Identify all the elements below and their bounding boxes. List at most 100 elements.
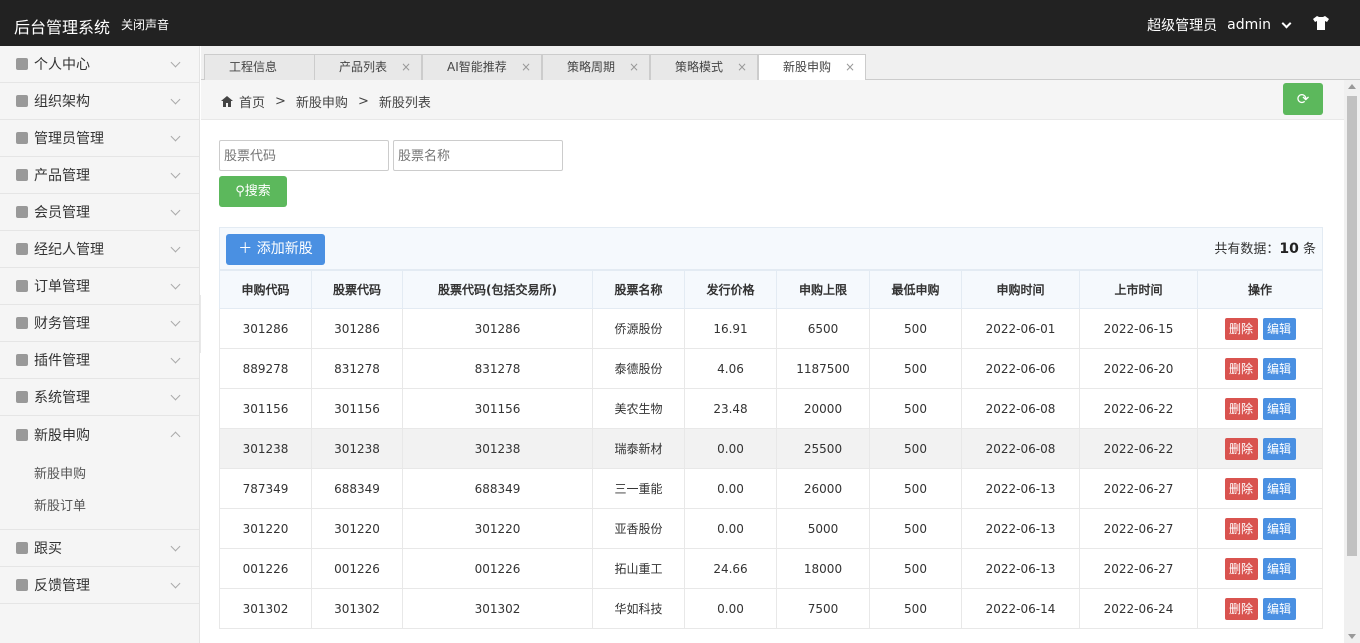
edit-button[interactable]: 编辑 (1262, 357, 1296, 380)
edit-button[interactable]: 编辑 (1262, 557, 1296, 580)
close-icon[interactable]: × (521, 55, 531, 79)
close-icon[interactable]: × (737, 55, 747, 79)
delete-button[interactable]: 删除 (1224, 437, 1258, 460)
vertical-scrollbar[interactable] (1344, 80, 1360, 643)
close-icon[interactable]: × (401, 55, 411, 79)
col-subscription-code: 申购代码 (219, 270, 312, 309)
sidebar-item-label: 财务管理 (34, 316, 90, 332)
edit-button[interactable]: 编辑 (1262, 437, 1296, 460)
table-cell: 1187500 (776, 348, 870, 389)
table-cell: 301156 (219, 388, 312, 429)
sidebar-item-ipo-subscription[interactable]: 新股申购 (0, 416, 199, 453)
table-cell: 001226 (311, 548, 403, 589)
sidebar-item-product-management[interactable]: 产品管理 (0, 157, 199, 194)
finance-icon (16, 317, 28, 329)
table-row: 301238 301238 301238 瑞泰新材 0.00 25500 500 2022-0… (219, 428, 1323, 469)
gear-icon (16, 391, 28, 403)
sidebar-item-system-management[interactable]: 系统管理 (0, 379, 199, 416)
sidebar-item-follow-buy[interactable]: 跟买 (0, 530, 199, 567)
home-icon (221, 96, 233, 107)
delete-button[interactable]: 删除 (1224, 597, 1258, 620)
delete-button[interactable]: 删除 (1224, 517, 1258, 540)
edit-button[interactable]: 编辑 (1262, 477, 1296, 500)
delete-button[interactable]: 删除 (1224, 317, 1258, 340)
edit-button[interactable]: 编辑 (1262, 517, 1296, 540)
stock-code-input[interactable] (219, 140, 389, 171)
sidebar-item-personal-center[interactable]: 个人中心 (0, 46, 199, 83)
edit-button[interactable]: 编辑 (1262, 597, 1296, 620)
sidebar-item-member-management[interactable]: 会员管理 (0, 194, 199, 231)
delete-button[interactable]: 删除 (1224, 477, 1258, 500)
stock-name-input[interactable] (393, 140, 563, 171)
sidebar-item-finance-management[interactable]: 财务管理 (0, 305, 199, 342)
breadcrumb-bar: 首页 > 新股申购 > 新股列表 ⟳ (201, 80, 1344, 120)
table-cell: 2022-06-15 (1079, 308, 1198, 349)
sidebar-item-organization[interactable]: 组织架构 (0, 83, 199, 120)
table-cell: 2022-06-01 (961, 308, 1080, 349)
org-icon (16, 95, 28, 107)
table-cell: 889278 (219, 348, 312, 389)
sidebar-item-order-management[interactable]: 订单管理 (0, 268, 199, 305)
table-cell: 500 (869, 548, 962, 589)
edit-button[interactable]: 编辑 (1262, 397, 1296, 420)
search-icon: ⚲ (235, 184, 245, 199)
tab-strategy-cycle[interactable]: 策略周期 × (542, 54, 650, 80)
submenu-item-ipo-orders[interactable]: 新股订单 (0, 491, 199, 523)
table-cell: 301286 (402, 308, 593, 349)
document-icon (16, 428, 28, 441)
table-cell: 301220 (219, 508, 312, 549)
table-cell: 831278 (311, 348, 403, 389)
user-menu[interactable]: 超级管理员 admin (1147, 15, 1292, 35)
add-stock-button[interactable]: ＋ 添加新股 (226, 234, 325, 265)
sidebar-item-admin-management[interactable]: 管理员管理 (0, 120, 199, 157)
table-cell: 2022-06-20 (1079, 348, 1198, 389)
tab-ai-recommend[interactable]: AI智能推荐 × (422, 54, 542, 80)
scroll-thumb[interactable] (1347, 96, 1357, 556)
sidebar-item-label: 经纪人管理 (34, 242, 104, 258)
delete-button[interactable]: 删除 (1224, 397, 1258, 420)
sidebar-item-label: 会员管理 (34, 205, 90, 221)
col-stock-name: 股票名称 (592, 270, 685, 309)
table-row: 001226 001226 001226 拓山重工 24.66 18000 500 2022-… (219, 548, 1323, 589)
close-icon[interactable]: × (845, 55, 855, 79)
search-button[interactable]: ⚲搜索 (219, 176, 287, 207)
mute-sound-link[interactable]: 关闭声音 (121, 16, 169, 33)
table-row: 889278 831278 831278 泰德股份 4.06 1187500 500 2022… (219, 348, 1323, 389)
refresh-button[interactable]: ⟳ (1283, 83, 1323, 115)
table-cell: 泰德股份 (592, 348, 685, 389)
submenu-item-ipo-subscription[interactable]: 新股申购 (0, 459, 199, 491)
table-row: 301220 301220 301220 亚香股份 0.00 5000 500 2022-06… (219, 508, 1323, 549)
delete-button[interactable]: 删除 (1224, 357, 1258, 380)
tab-label: 策略周期 (567, 60, 616, 74)
briefcase-icon (16, 169, 28, 181)
tshirt-icon[interactable] (1312, 15, 1330, 31)
table-cell: 26000 (776, 468, 870, 509)
scroll-down-icon[interactable] (1348, 634, 1356, 639)
delete-button[interactable]: 删除 (1224, 557, 1258, 580)
sidebar-item-label: 插件管理 (34, 353, 90, 369)
scroll-up-icon[interactable] (1348, 84, 1356, 89)
table-cell: 500 (869, 308, 962, 349)
table-cell: 0.00 (684, 468, 777, 509)
table-cell: 侨源股份 (592, 308, 685, 349)
table-cell: 三一重能 (592, 468, 685, 509)
close-icon[interactable]: × (629, 55, 639, 79)
refresh-icon: ⟳ (1296, 90, 1310, 108)
edit-button[interactable]: 编辑 (1262, 317, 1296, 340)
tab-product-list[interactable]: 产品列表 × (314, 54, 422, 80)
tab-project-info[interactable]: 工程信息 (204, 54, 316, 80)
col-stock-code: 股票代码 (311, 270, 403, 309)
table-cell: 301286 (219, 308, 312, 349)
table-cell: 华如科技 (592, 588, 685, 629)
tab-strategy-mode[interactable]: 策略模式 × (650, 54, 758, 80)
col-issue-price: 发行价格 (684, 270, 777, 309)
sidebar-item-feedback-management[interactable]: 反馈管理 (0, 567, 199, 604)
sidebar-item-plugin-management[interactable]: 插件管理 (0, 342, 199, 379)
sidebar-item-broker-management[interactable]: 经纪人管理 (0, 231, 199, 268)
table-cell: 24.66 (684, 548, 777, 589)
table-cell: 001226 (219, 548, 312, 589)
table-cell: 6500 (776, 308, 870, 349)
breadcrumb-level1[interactable]: 新股申购 (296, 92, 348, 111)
breadcrumb-home[interactable]: 首页 (239, 92, 265, 111)
tab-ipo-subscription[interactable]: 新股申购 × (758, 54, 866, 81)
